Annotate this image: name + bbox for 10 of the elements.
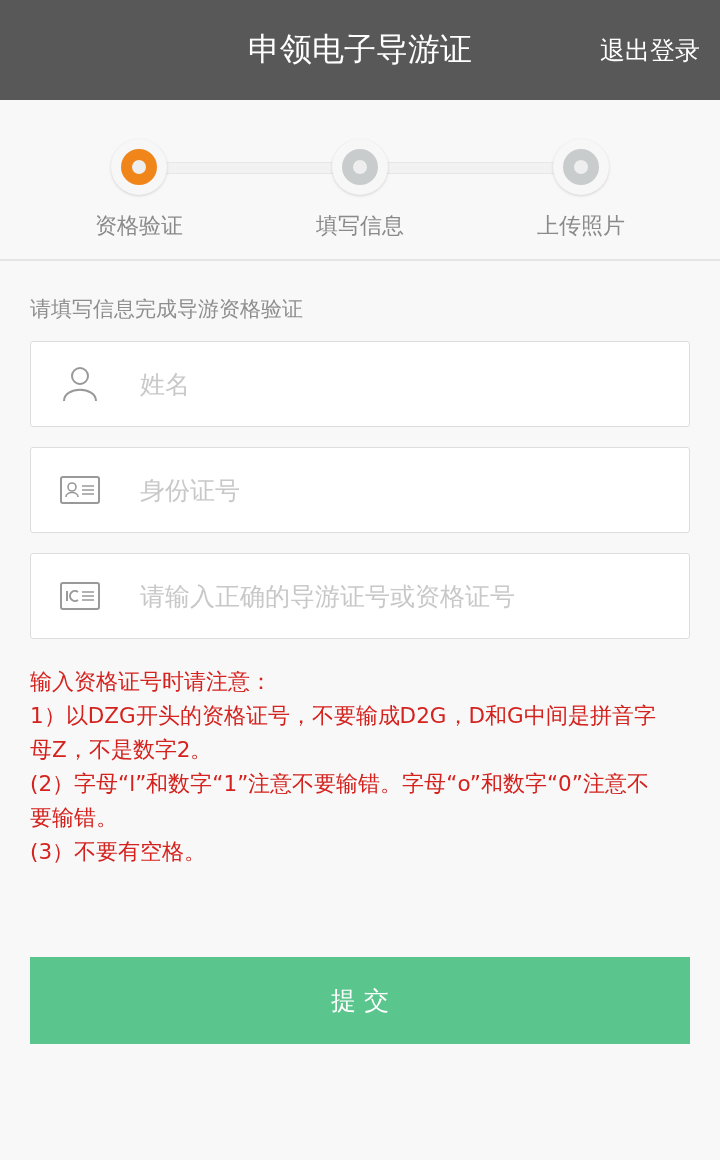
step-label: 资格验证 (95, 212, 183, 240)
notice-text: 输入资格证号时请注意： (30, 668, 273, 696)
step-label: 填写信息 (316, 212, 404, 240)
page-title: 申领电子导游证 (248, 29, 472, 70)
notice-text: (3）不要有空格。 (30, 838, 208, 866)
notice-text: 1）以DZG开头的资格证号，不要输成D2G，D和G中间是拼音字母Z，不是数字2。 (30, 702, 657, 764)
form-hint: 请填写信息完成导游资格验证 (29, 296, 304, 323)
logout-link[interactable]: 退出登录 (600, 34, 700, 67)
step-label: 上传照片 (537, 212, 625, 240)
notice-text: (2）字母“l”和数字“1”注意不要输错。字母“o”和数字“0”注意不要输错。 (30, 770, 650, 832)
